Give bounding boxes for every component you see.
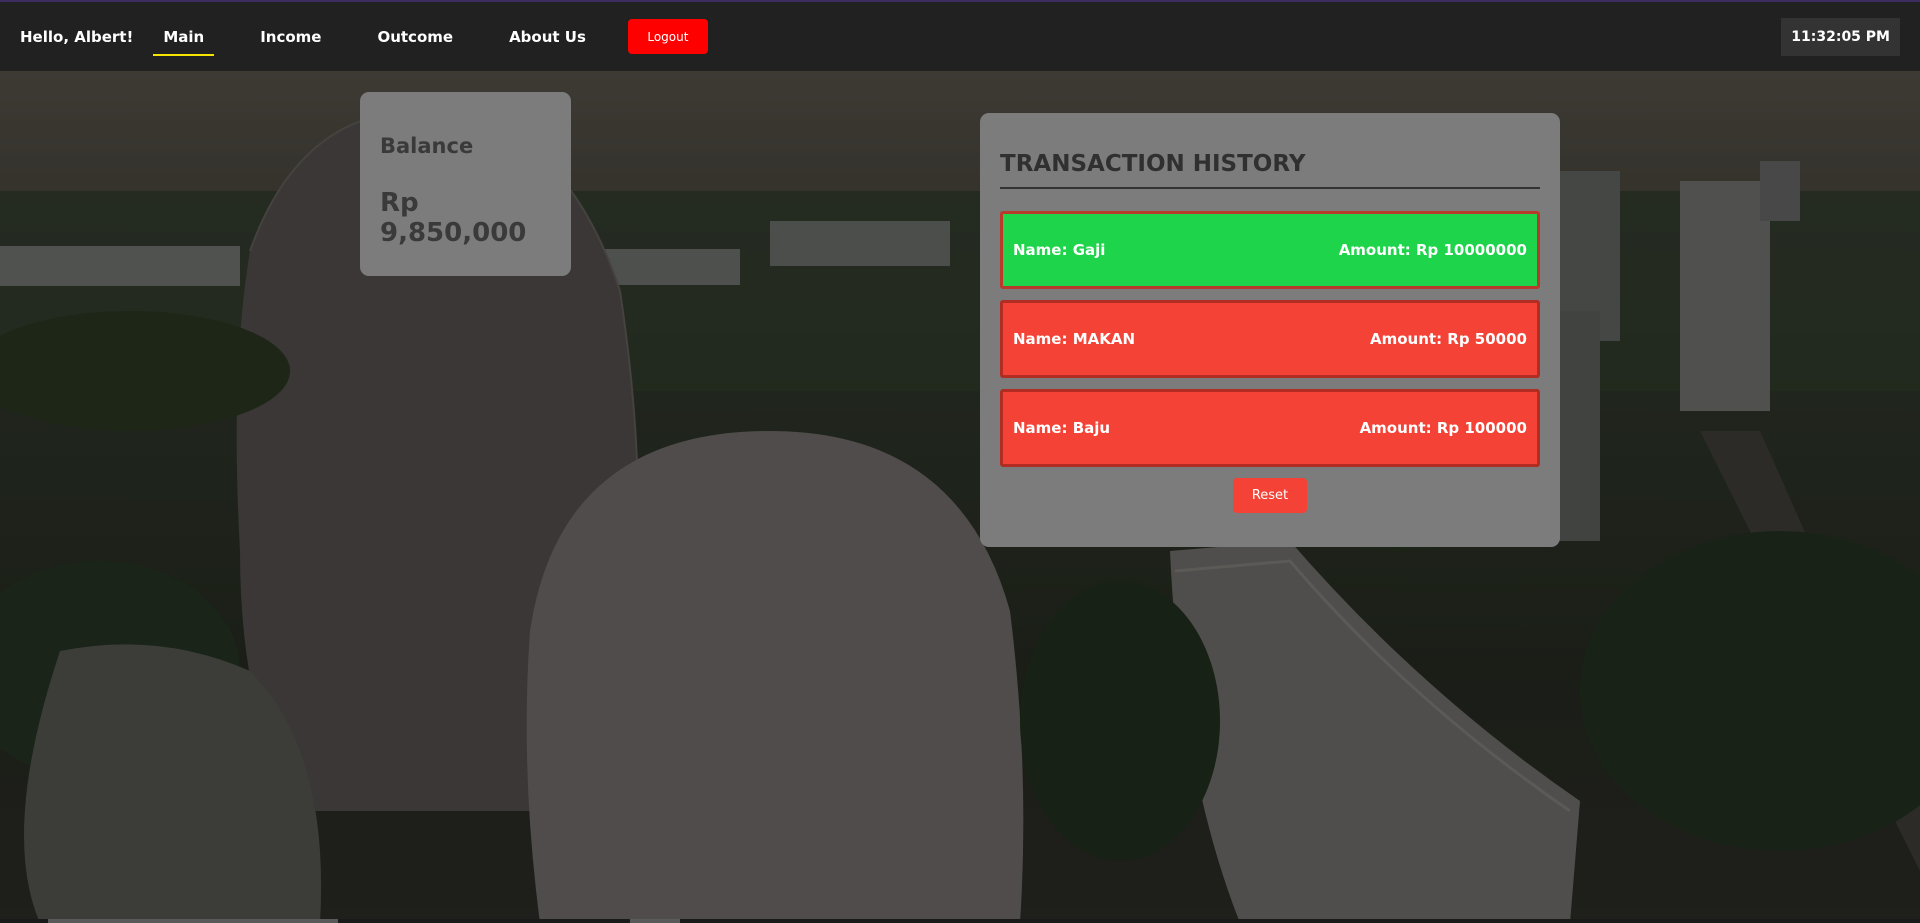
- nav-link-main[interactable]: Main: [153, 24, 215, 56]
- transaction-name: Name: Gaji: [1013, 241, 1106, 259]
- logout-button[interactable]: Logout: [627, 19, 708, 54]
- scrollbar-thumb-secondary[interactable]: [630, 919, 680, 923]
- scrollbar-thumb[interactable]: [48, 919, 338, 923]
- greeting-text: Hello, Albert!: [20, 27, 134, 46]
- transaction-name: Name: Baju: [1013, 419, 1111, 437]
- nav-link-income[interactable]: Income: [250, 24, 331, 50]
- transaction-history-card: TRANSACTION HISTORY Name: Gaji Amount: R…: [980, 113, 1560, 547]
- reset-wrapper: Reset: [1000, 478, 1540, 513]
- transaction-amount: Amount: Rp 100000: [1359, 419, 1527, 437]
- transaction-item: Name: MAKAN Amount: Rp 50000: [1000, 300, 1540, 378]
- navbar: Hello, Albert! Main Income Outcome About…: [0, 0, 1920, 71]
- transaction-name: Name: MAKAN: [1013, 330, 1136, 348]
- horizontal-scrollbar[interactable]: [0, 919, 1920, 923]
- transaction-amount: Amount: Rp 10000000: [1338, 241, 1527, 259]
- reset-button[interactable]: Reset: [1233, 478, 1307, 513]
- transaction-item: Name: Baju Amount: Rp 100000: [1000, 389, 1540, 467]
- transaction-list: Name: Gaji Amount: Rp 10000000 Name: MAK…: [1000, 211, 1540, 467]
- balance-card: Balance Rp 9,850,000: [360, 92, 571, 276]
- balance-value: Rp 9,850,000: [380, 188, 527, 248]
- transaction-amount: Amount: Rp 50000: [1370, 330, 1527, 348]
- clock-display: 11:32:05 PM: [1781, 18, 1900, 56]
- nav-link-outcome[interactable]: Outcome: [367, 24, 463, 50]
- transaction-item: Name: Gaji Amount: Rp 10000000: [1000, 211, 1540, 289]
- transaction-history-title: TRANSACTION HISTORY: [1000, 151, 1540, 189]
- campus-aerial-photo: [0, 71, 1920, 923]
- campus-background-image: [0, 71, 1920, 923]
- balance-title: Balance: [380, 134, 474, 158]
- nav-link-about-us[interactable]: About Us: [499, 24, 596, 50]
